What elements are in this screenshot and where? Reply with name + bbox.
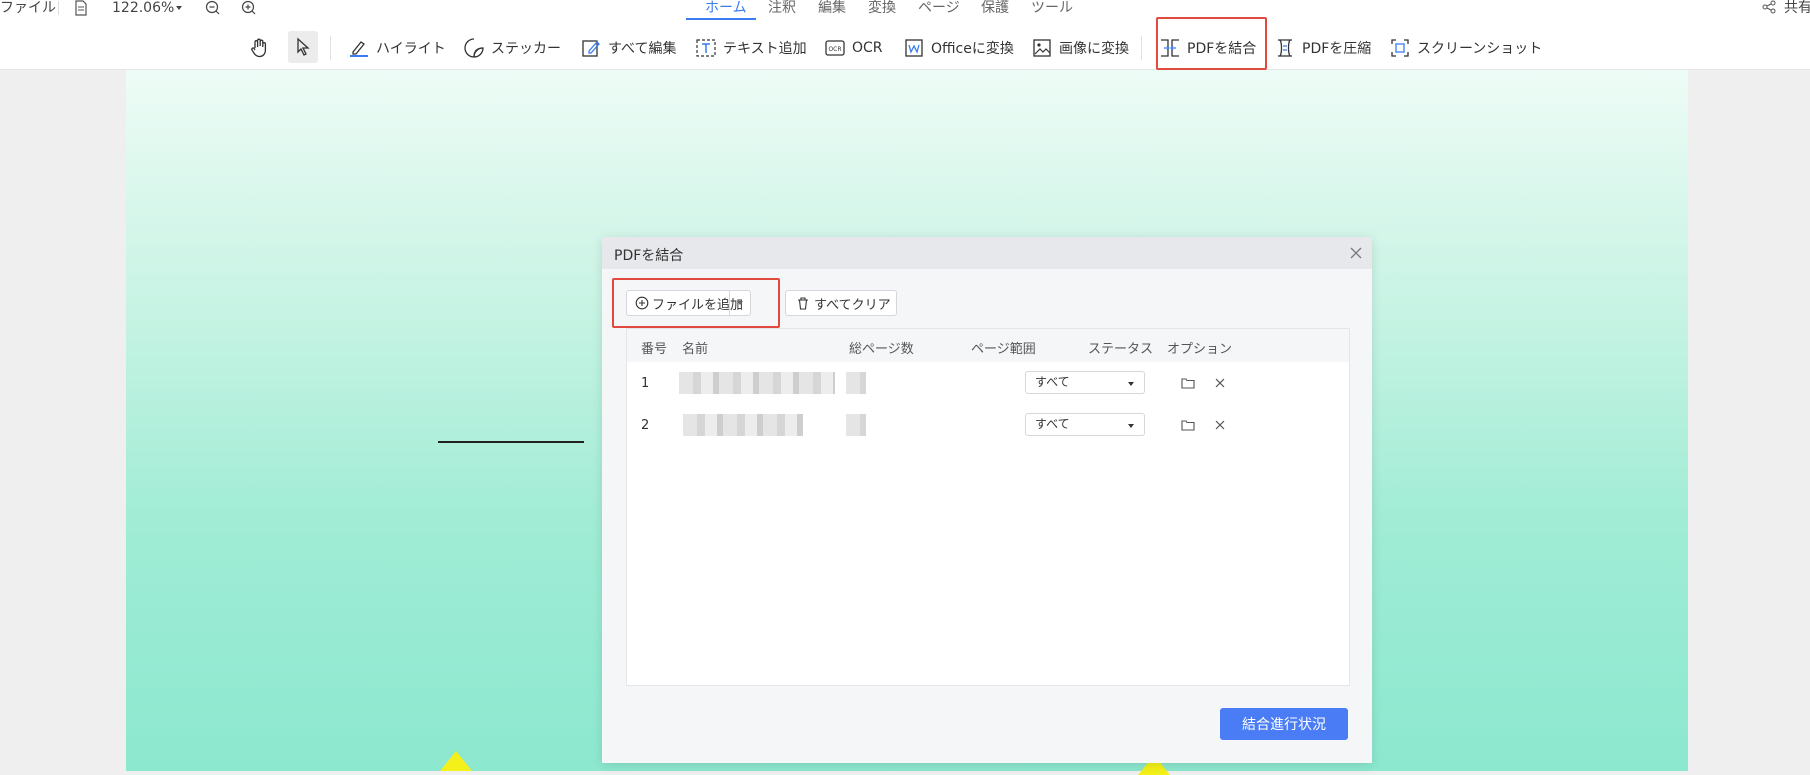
share-icon[interactable] — [1762, 0, 1776, 18]
zoom-in-icon[interactable] — [241, 0, 257, 20]
edit-all-label: すべて編集 — [608, 41, 677, 57]
select-tool[interactable] — [288, 31, 318, 63]
zoom-dropdown-icon[interactable] — [176, 6, 182, 10]
add-text-tool[interactable]: テキスト追加 — [695, 34, 807, 62]
compress-pdf-tool[interactable]: PDFを圧縮 — [1274, 34, 1371, 62]
divider — [1141, 36, 1142, 60]
svg-text:OCR: OCR — [828, 46, 841, 53]
sticker-icon — [464, 38, 484, 58]
share-button[interactable]: 共有 — [1784, 0, 1810, 16]
to-office-tool[interactable]: Officeに変換 — [903, 34, 1014, 62]
merge-pdf-dialog: PDFを結合 ファイルを追加 すべてクリア 番号 名前 総ページ数 ページ範囲 … — [602, 237, 1372, 763]
close-icon[interactable] — [1348, 245, 1364, 261]
divider — [58, 1, 59, 15]
page-range-select[interactable]: すべて — [1025, 413, 1145, 436]
image-icon — [1033, 39, 1051, 57]
merge-progress-button[interactable]: 結合進行状況 — [1220, 708, 1348, 740]
text-box-icon — [696, 39, 716, 57]
screenshot-icon — [1391, 39, 1409, 57]
tab-convert[interactable]: 変換 — [868, 0, 896, 16]
tools-row: ハイライト ステッカー すべて編集 テキスト追加 OCR OCR Officeに… — [0, 26, 1810, 66]
tab-tools[interactable]: ツール — [1031, 0, 1073, 16]
cursor-icon — [297, 37, 310, 56]
page-line — [438, 441, 584, 443]
redacted-page-count — [846, 372, 866, 394]
hand-tool[interactable] — [248, 34, 270, 62]
column-name: 名前 — [682, 342, 709, 357]
tab-home[interactable]: ホーム — [705, 0, 747, 16]
clear-all-label: すべてクリア — [814, 297, 891, 313]
add-text-label: テキスト追加 — [723, 41, 807, 57]
tab-annotate[interactable]: 注釈 — [768, 0, 796, 16]
ocr-icon: OCR — [825, 40, 845, 56]
remove-icon[interactable] — [1213, 376, 1227, 390]
ocr-tool[interactable]: OCR OCR — [824, 34, 883, 62]
table-row[interactable]: 2 すべて — [627, 404, 1349, 446]
redacted-file-name — [683, 414, 803, 436]
tab-edit[interactable]: 編集 — [818, 0, 846, 16]
trash-icon — [798, 297, 808, 310]
zoom-out-icon[interactable] — [205, 0, 221, 20]
page-range-select[interactable]: すべて — [1025, 371, 1145, 394]
to-image-label: 画像に変換 — [1059, 41, 1129, 57]
tab-protect[interactable]: 保護 — [981, 0, 1009, 16]
file-menu[interactable]: ファイル — [0, 0, 56, 16]
add-file-highlight-box — [612, 278, 780, 328]
edit-all-tool[interactable]: すべて編集 — [580, 34, 676, 62]
menu-row: ファイル 122.06% ホーム 注釈 編集 変換 ページ 保護 ツール 共有 — [0, 0, 1810, 20]
dialog-header: PDFを結合 — [602, 237, 1372, 269]
zoom-level[interactable]: 122.06% — [112, 0, 174, 16]
row-number: 1 — [641, 376, 650, 391]
clear-all-button[interactable]: すべてクリア — [785, 290, 897, 316]
redacted-file-name — [679, 372, 835, 394]
compress-pdf-label: PDFを圧縮 — [1302, 41, 1372, 57]
merge-pdf-highlight-box — [1156, 17, 1267, 70]
sticker-tool[interactable]: ステッカー — [463, 34, 561, 62]
file-table: 番号 名前 総ページ数 ページ範囲 ステータス オプション 1 すべて 2 すべ… — [626, 328, 1350, 686]
top-toolbar: ファイル 122.06% ホーム 注釈 編集 変換 ページ 保護 ツール 共有 — [0, 0, 1810, 70]
screenshot-label: スクリーンショット — [1417, 41, 1543, 57]
dialog-title: PDFを結合 — [614, 248, 684, 264]
page-icon[interactable] — [74, 0, 88, 20]
column-total-pages: 総ページ数 — [849, 342, 914, 357]
page-range-value: すべて — [1035, 417, 1070, 431]
page-range-value: すべて — [1035, 375, 1070, 389]
to-image-tool[interactable]: 画像に変換 — [1031, 34, 1129, 62]
highlight-label: ハイライト — [376, 41, 446, 57]
column-page-range: ページ範囲 — [971, 342, 1036, 357]
sticker-label: ステッカー — [491, 41, 561, 57]
divider — [330, 36, 331, 60]
chevron-down-icon — [1128, 382, 1134, 386]
folder-icon[interactable] — [1181, 376, 1195, 390]
redacted-page-count — [846, 414, 866, 436]
folder-icon[interactable] — [1181, 418, 1195, 432]
to-office-label: Officeに変換 — [931, 41, 1014, 57]
yellow-triangle — [440, 751, 472, 771]
highlighter-icon — [350, 41, 368, 57]
highlight-tool[interactable]: ハイライト — [348, 34, 446, 62]
table-header: 番号 名前 総ページ数 ページ範囲 ステータス オプション — [627, 329, 1349, 362]
word-doc-icon — [905, 39, 923, 57]
remove-icon[interactable] — [1213, 418, 1227, 432]
table-row[interactable]: 1 すべて — [627, 362, 1349, 404]
chevron-down-icon — [1128, 424, 1134, 428]
column-status: ステータス — [1088, 342, 1154, 357]
ocr-label: OCR — [852, 40, 883, 56]
screenshot-tool[interactable]: スクリーンショット — [1389, 34, 1542, 62]
column-number: 番号 — [641, 342, 668, 357]
edit-icon — [582, 40, 600, 57]
row-number: 2 — [641, 418, 650, 433]
tab-page[interactable]: ページ — [918, 0, 960, 16]
column-options: オプション — [1167, 342, 1233, 357]
hand-icon — [251, 38, 267, 58]
active-tab-indicator — [686, 18, 756, 20]
compress-icon — [1278, 39, 1292, 57]
